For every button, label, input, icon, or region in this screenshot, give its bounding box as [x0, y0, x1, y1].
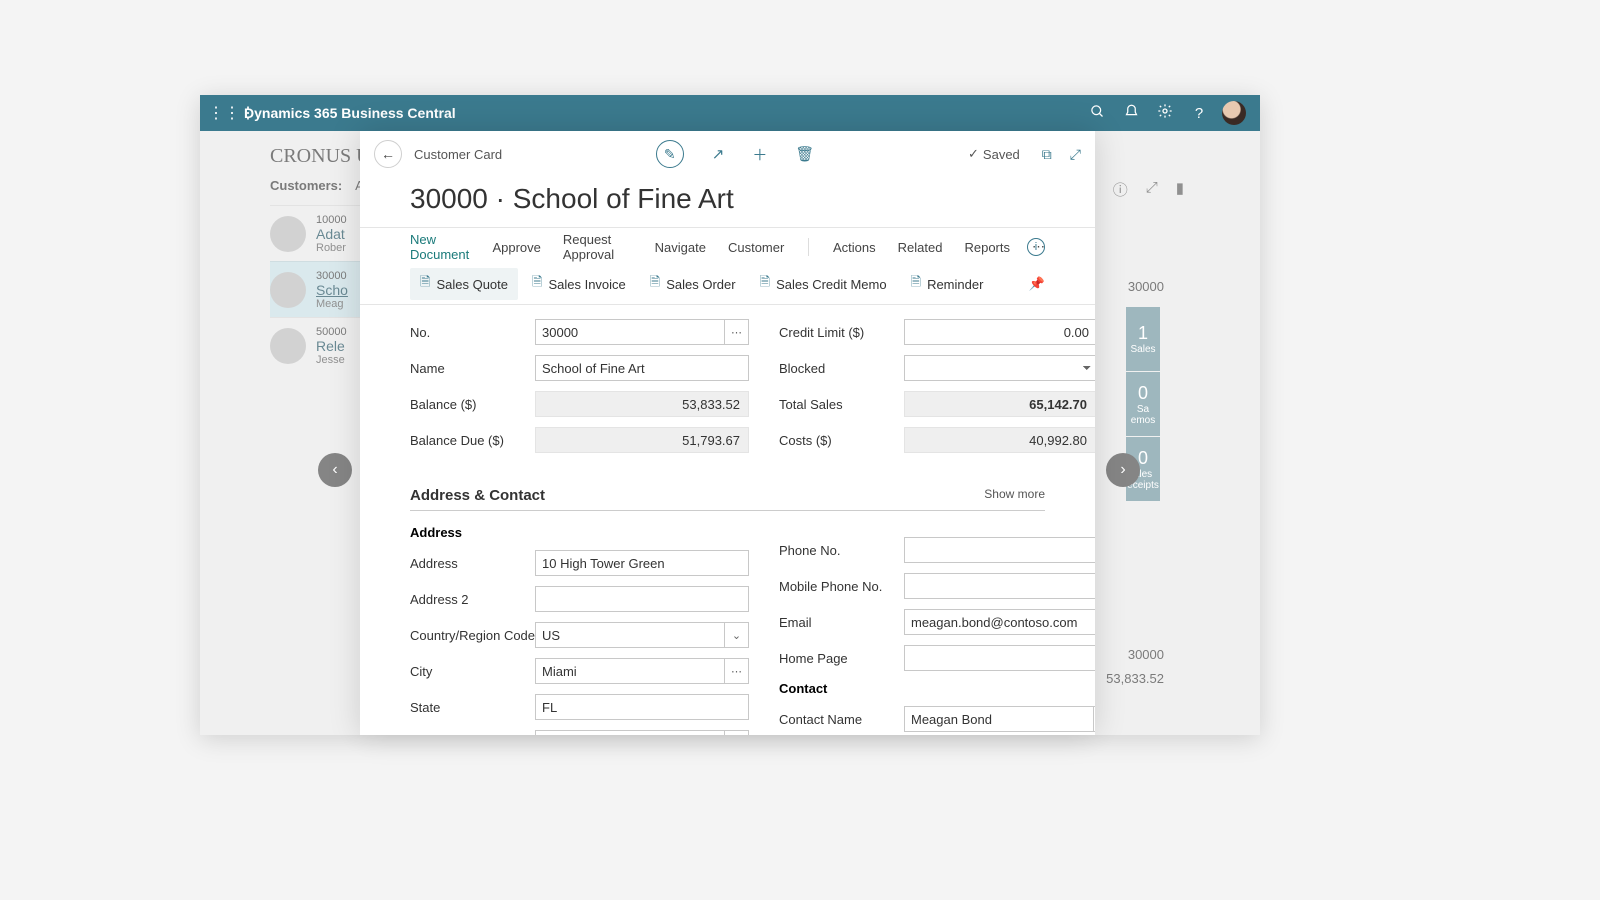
tab-navigate[interactable]: Navigate — [655, 240, 706, 255]
lookup-button[interactable]: ⋯ — [725, 319, 749, 345]
action-sales-quote[interactable]: 🗎Sales Quote — [410, 268, 518, 300]
document-icon: 🗎 — [532, 273, 542, 295]
field-zip[interactable] — [535, 730, 725, 735]
field-homepage[interactable] — [904, 645, 1095, 671]
action-reminder[interactable]: 🗎Reminder — [901, 268, 994, 300]
field-label-costs: Costs ($) — [779, 433, 836, 448]
field-no[interactable] — [535, 319, 725, 345]
field-label-balance-due: Balance Due ($) — [410, 433, 508, 448]
field-label-state: State — [410, 700, 444, 715]
field-label-total-sales: Total Sales — [779, 397, 847, 412]
field-label-email: Email — [779, 615, 816, 630]
customer-card-panel: ← Customer Card ✎ ↗ ＋ 🗑 ✓ Saved ⧉ ⤢ 3000… — [360, 131, 1095, 735]
fullscreen-icon[interactable]: ⤢ — [1070, 146, 1081, 163]
show-more-link[interactable]: Show more — [984, 487, 1045, 504]
tab-approve[interactable]: Approve — [492, 240, 540, 255]
field-address2[interactable] — [535, 586, 749, 612]
field-balance-due — [535, 427, 749, 453]
new-icon[interactable]: ＋ — [752, 144, 767, 165]
field-label-mobile: Mobile Phone No. — [779, 579, 886, 594]
page-title: 30000 · School of Fine Art — [360, 177, 1095, 227]
breadcrumb: Customer Card — [414, 147, 502, 162]
edit-icon[interactable]: ✎ — [656, 140, 684, 168]
field-city[interactable] — [535, 658, 725, 684]
share-icon[interactable]: ↗ — [712, 145, 725, 163]
tab-actions[interactable]: Actions — [833, 240, 876, 255]
lookup-button[interactable]: ⋯ — [725, 730, 749, 735]
tab-new-document[interactable]: New Document — [410, 232, 470, 270]
document-icon: 🗎 — [420, 273, 430, 295]
field-name[interactable] — [535, 355, 749, 381]
tab-reports[interactable]: Reports — [964, 240, 1010, 255]
field-label-address2: Address 2 — [410, 592, 473, 607]
separator — [808, 238, 809, 256]
field-costs — [904, 427, 1095, 453]
delete-icon[interactable]: 🗑 — [795, 145, 814, 163]
help-icon[interactable]: ? — [1182, 105, 1216, 122]
field-blocked[interactable] — [904, 355, 1095, 381]
app-window: ⋮⋮⋮ Dynamics 365 Business Central ? CRON… — [200, 95, 1260, 735]
tab-customer[interactable]: Customer — [728, 240, 784, 255]
popout-icon[interactable]: ⧉ — [1042, 146, 1052, 163]
settings-gear-icon[interactable] — [1148, 103, 1182, 123]
lookup-button[interactable]: ⋯ — [725, 658, 749, 684]
field-email[interactable] — [904, 609, 1095, 635]
field-label-name: Name — [410, 361, 449, 376]
lookup-button[interactable]: ⋯ — [1094, 706, 1095, 732]
save-status: ✓ Saved — [968, 146, 1020, 162]
field-credit-limit[interactable] — [904, 319, 1095, 345]
user-avatar[interactable] — [1222, 101, 1246, 125]
field-label-address: Address — [410, 556, 462, 571]
action-sales-credit-memo[interactable]: 🗎Sales Credit Memo — [750, 268, 897, 300]
group-header-address: Address — [410, 525, 749, 540]
tab-request-approval[interactable]: Request Approval — [563, 232, 633, 262]
field-phone[interactable] — [904, 537, 1095, 563]
field-label-credit-limit: Credit Limit ($) — [779, 325, 868, 340]
document-icon: 🗎 — [760, 273, 770, 295]
field-label-balance: Balance ($) — [410, 397, 480, 412]
card-body: No. ⋯ Name Balance ($) — [360, 305, 1095, 735]
global-topbar: ⋮⋮⋮ Dynamics 365 Business Central ? — [200, 95, 1260, 131]
field-contact-name[interactable] — [904, 706, 1094, 732]
tab-related[interactable]: Related — [898, 240, 943, 255]
field-country[interactable] — [535, 622, 725, 648]
document-icon: 🗎 — [911, 273, 921, 295]
field-label-city: City — [410, 664, 436, 679]
field-state[interactable] — [535, 694, 749, 720]
field-label-homepage: Home Page — [779, 651, 852, 666]
back-button[interactable]: ← — [374, 140, 402, 168]
field-label-no: No. — [410, 325, 434, 340]
pin-icon[interactable]: 📌 — [1029, 276, 1045, 292]
search-icon[interactable] — [1080, 104, 1114, 123]
command-bar: New Document Approve Request Approval Na… — [360, 227, 1095, 305]
field-total-sales — [904, 391, 1095, 417]
action-sales-order[interactable]: 🗎Sales Order — [640, 268, 746, 300]
field-label-blocked: Blocked — [779, 361, 829, 376]
section-header-address-contact[interactable]: Address & Contact Show more — [410, 487, 1045, 511]
product-brand: Dynamics 365 Business Central — [244, 105, 456, 121]
notifications-icon[interactable] — [1114, 104, 1148, 123]
group-header-contact: Contact — [779, 681, 1095, 696]
field-address[interactable] — [535, 550, 749, 576]
field-mobile[interactable] — [904, 573, 1095, 599]
document-icon: 🗎 — [650, 273, 660, 295]
dropdown-button[interactable]: ⌄ — [725, 622, 749, 648]
card-header: ← Customer Card ✎ ↗ ＋ 🗑 ✓ Saved ⧉ ⤢ — [360, 131, 1095, 177]
field-label-phone: Phone No. — [779, 543, 844, 558]
field-label-contact-name: Contact Name — [779, 712, 866, 727]
field-balance — [535, 391, 749, 417]
action-sales-invoice[interactable]: 🗎Sales Invoice — [522, 268, 636, 300]
field-label-country: Country/Region Code — [410, 628, 535, 643]
page-info-icon[interactable]: i — [1027, 238, 1045, 256]
app-launcher-icon[interactable]: ⋮⋮⋮ — [208, 103, 238, 123]
